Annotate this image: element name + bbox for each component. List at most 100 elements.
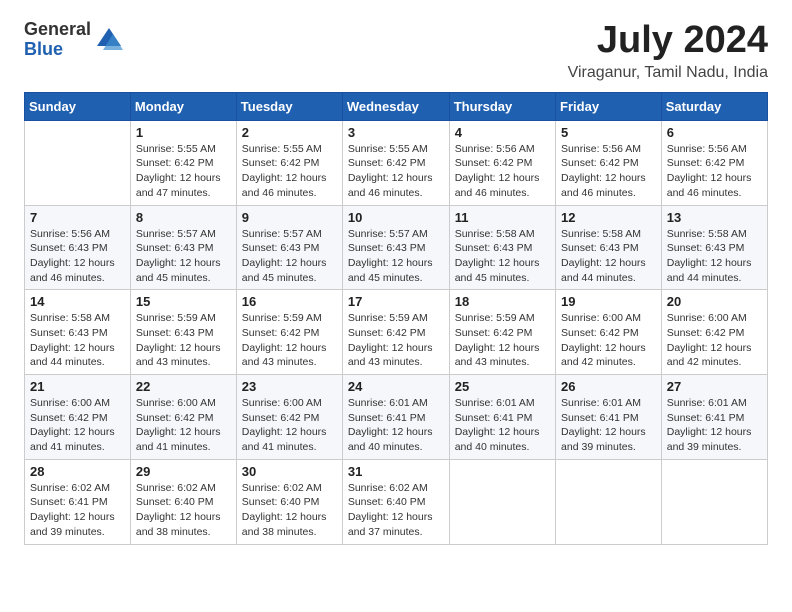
day-number: 15 bbox=[136, 294, 231, 309]
day-info: Sunrise: 5:56 AM Sunset: 6:42 PM Dayligh… bbox=[667, 142, 762, 201]
day-info: Sunrise: 6:01 AM Sunset: 6:41 PM Dayligh… bbox=[667, 396, 762, 455]
calendar-cell: 1 Sunrise: 5:55 AM Sunset: 6:42 PM Daylig… bbox=[130, 120, 236, 205]
calendar-cell: 7 Sunrise: 5:56 AM Sunset: 6:43 PM Daylig… bbox=[25, 205, 131, 290]
calendar-cell bbox=[449, 459, 555, 544]
day-number: 1 bbox=[136, 125, 231, 140]
weekday-header-wednesday: Wednesday bbox=[342, 92, 449, 120]
day-info: Sunrise: 5:55 AM Sunset: 6:42 PM Dayligh… bbox=[348, 142, 444, 201]
day-info: Sunrise: 5:58 AM Sunset: 6:43 PM Dayligh… bbox=[455, 227, 550, 286]
calendar-table: SundayMondayTuesdayWednesdayThursdayFrid… bbox=[24, 92, 768, 545]
weekday-header-monday: Monday bbox=[130, 92, 236, 120]
weekday-header-thursday: Thursday bbox=[449, 92, 555, 120]
day-info: Sunrise: 6:02 AM Sunset: 6:40 PM Dayligh… bbox=[136, 481, 231, 540]
calendar-cell: 3 Sunrise: 5:55 AM Sunset: 6:42 PM Daylig… bbox=[342, 120, 449, 205]
calendar-cell: 15 Sunrise: 5:59 AM Sunset: 6:43 PM Dayli… bbox=[130, 290, 236, 375]
calendar-cell: 24 Sunrise: 6:01 AM Sunset: 6:41 PM Dayli… bbox=[342, 375, 449, 460]
calendar-cell: 21Sunrise: 6:00 AM Sunset: 6:42 PM Dayli… bbox=[25, 375, 131, 460]
day-number: 17 bbox=[348, 294, 444, 309]
day-number: 19 bbox=[561, 294, 656, 309]
logo-text: General Blue bbox=[24, 20, 91, 60]
day-number: 10 bbox=[348, 210, 444, 225]
day-number: 9 bbox=[242, 210, 337, 225]
calendar-cell bbox=[661, 459, 767, 544]
calendar-cell: 6 Sunrise: 5:56 AM Sunset: 6:42 PM Daylig… bbox=[661, 120, 767, 205]
day-number: 13 bbox=[667, 210, 762, 225]
calendar-cell: 20Sunrise: 6:00 AM Sunset: 6:42 PM Dayli… bbox=[661, 290, 767, 375]
day-info: Sunrise: 5:57 AM Sunset: 6:43 PM Dayligh… bbox=[242, 227, 337, 286]
day-info: Sunrise: 5:56 AM Sunset: 6:42 PM Dayligh… bbox=[455, 142, 550, 201]
day-info: Sunrise: 5:56 AM Sunset: 6:43 PM Dayligh… bbox=[30, 227, 125, 286]
day-info: Sunrise: 5:56 AM Sunset: 6:42 PM Dayligh… bbox=[561, 142, 656, 201]
month-title: July 2024 bbox=[568, 20, 768, 62]
week-row-2: 7 Sunrise: 5:56 AM Sunset: 6:43 PM Daylig… bbox=[25, 205, 768, 290]
day-info: Sunrise: 5:58 AM Sunset: 6:43 PM Dayligh… bbox=[667, 227, 762, 286]
week-row-1: 1 Sunrise: 5:55 AM Sunset: 6:42 PM Daylig… bbox=[25, 120, 768, 205]
weekday-header-tuesday: Tuesday bbox=[236, 92, 342, 120]
logo-general: General bbox=[24, 20, 91, 40]
title-area: July 2024 Viraganur, Tamil Nadu, India bbox=[568, 20, 768, 82]
day-info: Sunrise: 5:57 AM Sunset: 6:43 PM Dayligh… bbox=[348, 227, 444, 286]
day-info: Sunrise: 5:59 AM Sunset: 6:42 PM Dayligh… bbox=[242, 311, 337, 370]
day-info: Sunrise: 5:55 AM Sunset: 6:42 PM Dayligh… bbox=[136, 142, 231, 201]
day-info: Sunrise: 6:01 AM Sunset: 6:41 PM Dayligh… bbox=[348, 396, 444, 455]
calendar-cell: 22Sunrise: 6:00 AM Sunset: 6:42 PM Dayli… bbox=[130, 375, 236, 460]
calendar-cell bbox=[25, 120, 131, 205]
day-info: Sunrise: 5:57 AM Sunset: 6:43 PM Dayligh… bbox=[136, 227, 231, 286]
day-info: Sunrise: 6:01 AM Sunset: 6:41 PM Dayligh… bbox=[561, 396, 656, 455]
calendar-cell bbox=[556, 459, 662, 544]
day-number: 27 bbox=[667, 379, 762, 394]
calendar-cell: 26 Sunrise: 6:01 AM Sunset: 6:41 PM Dayli… bbox=[556, 375, 662, 460]
calendar-cell: 23Sunrise: 6:00 AM Sunset: 6:42 PM Dayli… bbox=[236, 375, 342, 460]
weekday-header-row: SundayMondayTuesdayWednesdayThursdayFrid… bbox=[25, 92, 768, 120]
day-info: Sunrise: 5:59 AM Sunset: 6:43 PM Dayligh… bbox=[136, 311, 231, 370]
day-number: 5 bbox=[561, 125, 656, 140]
day-info: Sunrise: 5:55 AM Sunset: 6:42 PM Dayligh… bbox=[242, 142, 337, 201]
day-info: Sunrise: 6:00 AM Sunset: 6:42 PM Dayligh… bbox=[242, 396, 337, 455]
calendar-cell: 16 Sunrise: 5:59 AM Sunset: 6:42 PM Dayli… bbox=[236, 290, 342, 375]
calendar-cell: 2 Sunrise: 5:55 AM Sunset: 6:42 PM Daylig… bbox=[236, 120, 342, 205]
calendar-cell: 19 Sunrise: 6:00 AM Sunset: 6:42 PM Dayli… bbox=[556, 290, 662, 375]
calendar-cell: 5 Sunrise: 5:56 AM Sunset: 6:42 PM Daylig… bbox=[556, 120, 662, 205]
page-header: General Blue July 2024 Viraganur, Tamil … bbox=[24, 20, 768, 82]
calendar-cell: 11 Sunrise: 5:58 AM Sunset: 6:43 PM Dayli… bbox=[449, 205, 555, 290]
day-number: 18 bbox=[455, 294, 550, 309]
day-info: Sunrise: 5:59 AM Sunset: 6:42 PM Dayligh… bbox=[348, 311, 444, 370]
day-number: 6 bbox=[667, 125, 762, 140]
day-info: Sunrise: 6:01 AM Sunset: 6:41 PM Dayligh… bbox=[455, 396, 550, 455]
calendar-cell: 29 Sunrise: 6:02 AM Sunset: 6:40 PM Dayli… bbox=[130, 459, 236, 544]
calendar-cell: 4Sunrise: 5:56 AM Sunset: 6:42 PM Daylig… bbox=[449, 120, 555, 205]
day-number: 16 bbox=[242, 294, 337, 309]
day-number: 8 bbox=[136, 210, 231, 225]
day-number: 14 bbox=[30, 294, 125, 309]
calendar-cell: 9 Sunrise: 5:57 AM Sunset: 6:43 PM Daylig… bbox=[236, 205, 342, 290]
calendar-cell: 14 Sunrise: 5:58 AM Sunset: 6:43 PM Dayli… bbox=[25, 290, 131, 375]
day-info: Sunrise: 5:58 AM Sunset: 6:43 PM Dayligh… bbox=[30, 311, 125, 370]
logo-icon bbox=[95, 26, 123, 54]
calendar-cell: 31Sunrise: 6:02 AM Sunset: 6:40 PM Dayli… bbox=[342, 459, 449, 544]
day-number: 24 bbox=[348, 379, 444, 394]
day-number: 29 bbox=[136, 464, 231, 479]
day-number: 26 bbox=[561, 379, 656, 394]
logo: General Blue bbox=[24, 20, 123, 60]
day-number: 2 bbox=[242, 125, 337, 140]
logo-blue: Blue bbox=[24, 40, 91, 60]
week-row-5: 28Sunrise: 6:02 AM Sunset: 6:41 PM Dayli… bbox=[25, 459, 768, 544]
day-number: 30 bbox=[242, 464, 337, 479]
day-number: 11 bbox=[455, 210, 550, 225]
location-title: Viraganur, Tamil Nadu, India bbox=[568, 64, 768, 82]
day-number: 7 bbox=[30, 210, 125, 225]
calendar-cell: 28Sunrise: 6:02 AM Sunset: 6:41 PM Dayli… bbox=[25, 459, 131, 544]
day-number: 3 bbox=[348, 125, 444, 140]
day-number: 20 bbox=[667, 294, 762, 309]
calendar-cell: 30Sunrise: 6:02 AM Sunset: 6:40 PM Dayli… bbox=[236, 459, 342, 544]
calendar-cell: 25 Sunrise: 6:01 AM Sunset: 6:41 PM Dayli… bbox=[449, 375, 555, 460]
week-row-3: 14 Sunrise: 5:58 AM Sunset: 6:43 PM Dayli… bbox=[25, 290, 768, 375]
day-info: Sunrise: 6:00 AM Sunset: 6:42 PM Dayligh… bbox=[561, 311, 656, 370]
day-info: Sunrise: 6:00 AM Sunset: 6:42 PM Dayligh… bbox=[30, 396, 125, 455]
day-info: Sunrise: 6:02 AM Sunset: 6:41 PM Dayligh… bbox=[30, 481, 125, 540]
day-number: 25 bbox=[455, 379, 550, 394]
weekday-header-sunday: Sunday bbox=[25, 92, 131, 120]
calendar-cell: 13 Sunrise: 5:58 AM Sunset: 6:43 PM Dayli… bbox=[661, 205, 767, 290]
day-number: 12 bbox=[561, 210, 656, 225]
day-info: Sunrise: 6:00 AM Sunset: 6:42 PM Dayligh… bbox=[136, 396, 231, 455]
